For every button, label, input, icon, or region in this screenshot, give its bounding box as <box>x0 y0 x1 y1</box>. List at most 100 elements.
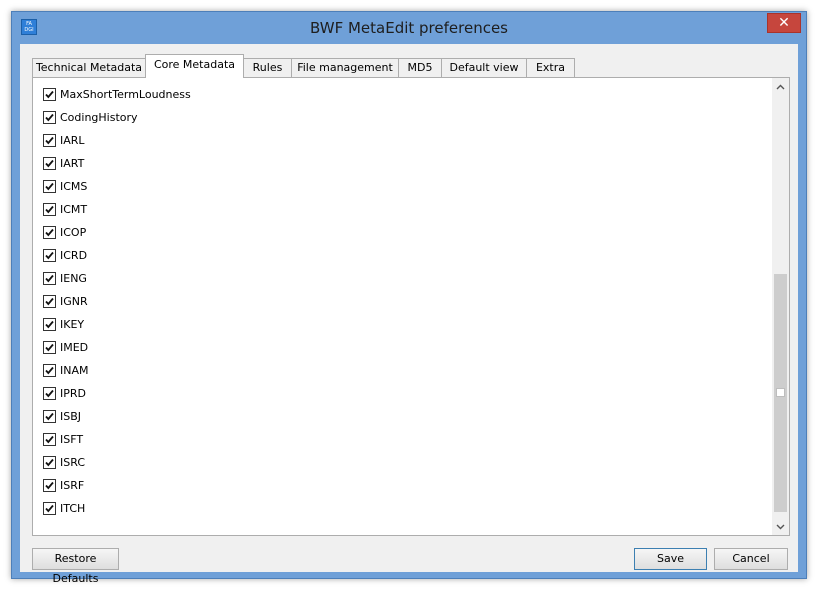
scroll-up-button[interactable] <box>772 78 789 95</box>
checkbox[interactable] <box>43 455 56 469</box>
item-label: ISBJ <box>60 409 82 423</box>
list-item[interactable]: IART <box>43 154 84 172</box>
preferences-window: FA DGI BWF MetaEdit preferences ✕ Techni… <box>11 11 807 585</box>
tab-default-view[interactable]: Default view <box>441 58 527 77</box>
checkmark-icon <box>45 251 54 259</box>
item-label: ICMS <box>60 179 88 193</box>
list-item[interactable]: ISFT <box>43 430 83 448</box>
checkbox[interactable] <box>43 179 56 193</box>
checkmark-icon <box>45 320 54 328</box>
item-label: IGNR <box>60 294 88 308</box>
item-label: ISRF <box>60 478 85 492</box>
checkbox[interactable] <box>43 110 56 124</box>
list-item[interactable]: ISBJ <box>43 407 81 425</box>
list-item[interactable]: ISRF <box>43 476 84 494</box>
item-label: ISFT <box>60 432 84 446</box>
cancel-button[interactable]: Cancel <box>714 548 788 570</box>
checkbox[interactable] <box>43 340 56 354</box>
list-item[interactable]: CodingHistory <box>43 108 138 126</box>
checkmark-icon <box>45 297 54 305</box>
checkmark-icon <box>45 136 54 144</box>
checkmark-icon <box>45 481 54 489</box>
checkbox[interactable] <box>43 363 56 377</box>
close-icon: ✕ <box>778 15 790 31</box>
checkmark-icon <box>45 435 54 443</box>
checkbox[interactable] <box>43 317 56 331</box>
checkmark-icon <box>45 113 54 121</box>
checkbox[interactable] <box>43 271 56 285</box>
tab-rules[interactable]: Rules <box>243 58 292 77</box>
checkmark-icon <box>45 205 54 213</box>
tab-file-management[interactable]: File management <box>291 58 399 77</box>
item-label: CodingHistory <box>60 110 138 124</box>
save-button[interactable]: Save <box>634 548 707 570</box>
item-label: IART <box>60 156 85 170</box>
item-label: IARL <box>60 133 85 147</box>
checkmark-icon <box>45 458 54 466</box>
chevron-up-icon <box>776 84 785 89</box>
list-item[interactable]: IMED <box>43 338 88 356</box>
checkbox[interactable] <box>43 202 56 216</box>
checkbox[interactable] <box>43 225 56 239</box>
tab-extra[interactable]: Extra <box>526 58 575 77</box>
item-label: IENG <box>60 271 87 285</box>
item-label: IKEY <box>60 317 85 331</box>
list-item[interactable]: IARL <box>43 131 85 149</box>
title-bar[interactable]: FA DGI BWF MetaEdit preferences ✕ <box>12 12 806 44</box>
checkmark-icon <box>45 504 54 512</box>
checkbox[interactable] <box>43 501 56 515</box>
dialog-body: Technical Metadata Core Metadata Rules F… <box>20 44 798 585</box>
list-item[interactable]: MaxShortTermLoudness <box>43 85 191 103</box>
checkmark-icon <box>45 274 54 282</box>
checkmark-icon <box>45 159 54 167</box>
checkmark-icon <box>45 389 54 397</box>
list-item[interactable]: IENG <box>43 269 87 287</box>
item-label: ICOP <box>60 225 87 239</box>
item-label: IMED <box>60 340 89 354</box>
item-label: ICMT <box>60 202 88 216</box>
checkmark-icon <box>45 182 54 190</box>
scroll-down-button[interactable] <box>772 518 789 535</box>
scroll-grip <box>776 388 785 397</box>
restore-defaults-button[interactable]: Restore Defaults <box>32 548 119 585</box>
item-label: ISRC <box>60 455 86 469</box>
list-item[interactable]: INAM <box>43 361 89 379</box>
list-item[interactable]: ICMT <box>43 200 87 218</box>
vertical-scrollbar[interactable] <box>772 78 789 535</box>
tab-core-metadata[interactable]: Core Metadata <box>145 54 244 78</box>
close-button[interactable]: ✕ <box>767 13 801 33</box>
checkmark-icon <box>45 343 54 351</box>
item-label: ITCH <box>60 501 86 515</box>
list-item[interactable]: IPRD <box>43 384 86 402</box>
chevron-down-icon <box>776 524 785 529</box>
metadata-field-list: MaxShortTermLoudness CodingHistory IARL IAR… <box>33 78 771 535</box>
scroll-thumb[interactable] <box>774 274 787 512</box>
list-item[interactable]: ICMS <box>43 177 87 195</box>
checkbox[interactable] <box>43 87 56 101</box>
item-label: INAM <box>60 363 89 377</box>
checkbox[interactable] <box>43 248 56 262</box>
item-label: IPRD <box>60 386 86 400</box>
item-label: MaxShortTermLoudness <box>60 87 191 101</box>
tab-md5[interactable]: MD5 <box>398 58 442 77</box>
list-item[interactable]: IGNR <box>43 292 88 310</box>
item-label: ICRD <box>60 248 88 262</box>
checkmark-icon <box>45 90 54 98</box>
list-item[interactable]: ICOP <box>43 223 86 241</box>
checkbox[interactable] <box>43 409 56 423</box>
list-item[interactable]: ITCH <box>43 499 85 517</box>
checkbox[interactable] <box>43 478 56 492</box>
checkbox[interactable] <box>43 386 56 400</box>
tab-technical-metadata[interactable]: Technical Metadata <box>32 58 146 77</box>
checkbox[interactable] <box>43 294 56 308</box>
list-item[interactable]: IKEY <box>43 315 84 333</box>
window-title: BWF MetaEdit preferences <box>309 19 508 37</box>
checkbox[interactable] <box>43 133 56 147</box>
list-item[interactable]: ICRD <box>43 246 87 264</box>
checkbox[interactable] <box>43 432 56 446</box>
checkbox[interactable] <box>43 156 56 170</box>
checkmark-icon <box>45 366 54 374</box>
list-item[interactable]: ISRC <box>43 453 85 471</box>
checkmark-icon <box>45 412 54 420</box>
core-metadata-panel: MaxShortTermLoudness CodingHistory IARL IAR… <box>32 77 790 536</box>
